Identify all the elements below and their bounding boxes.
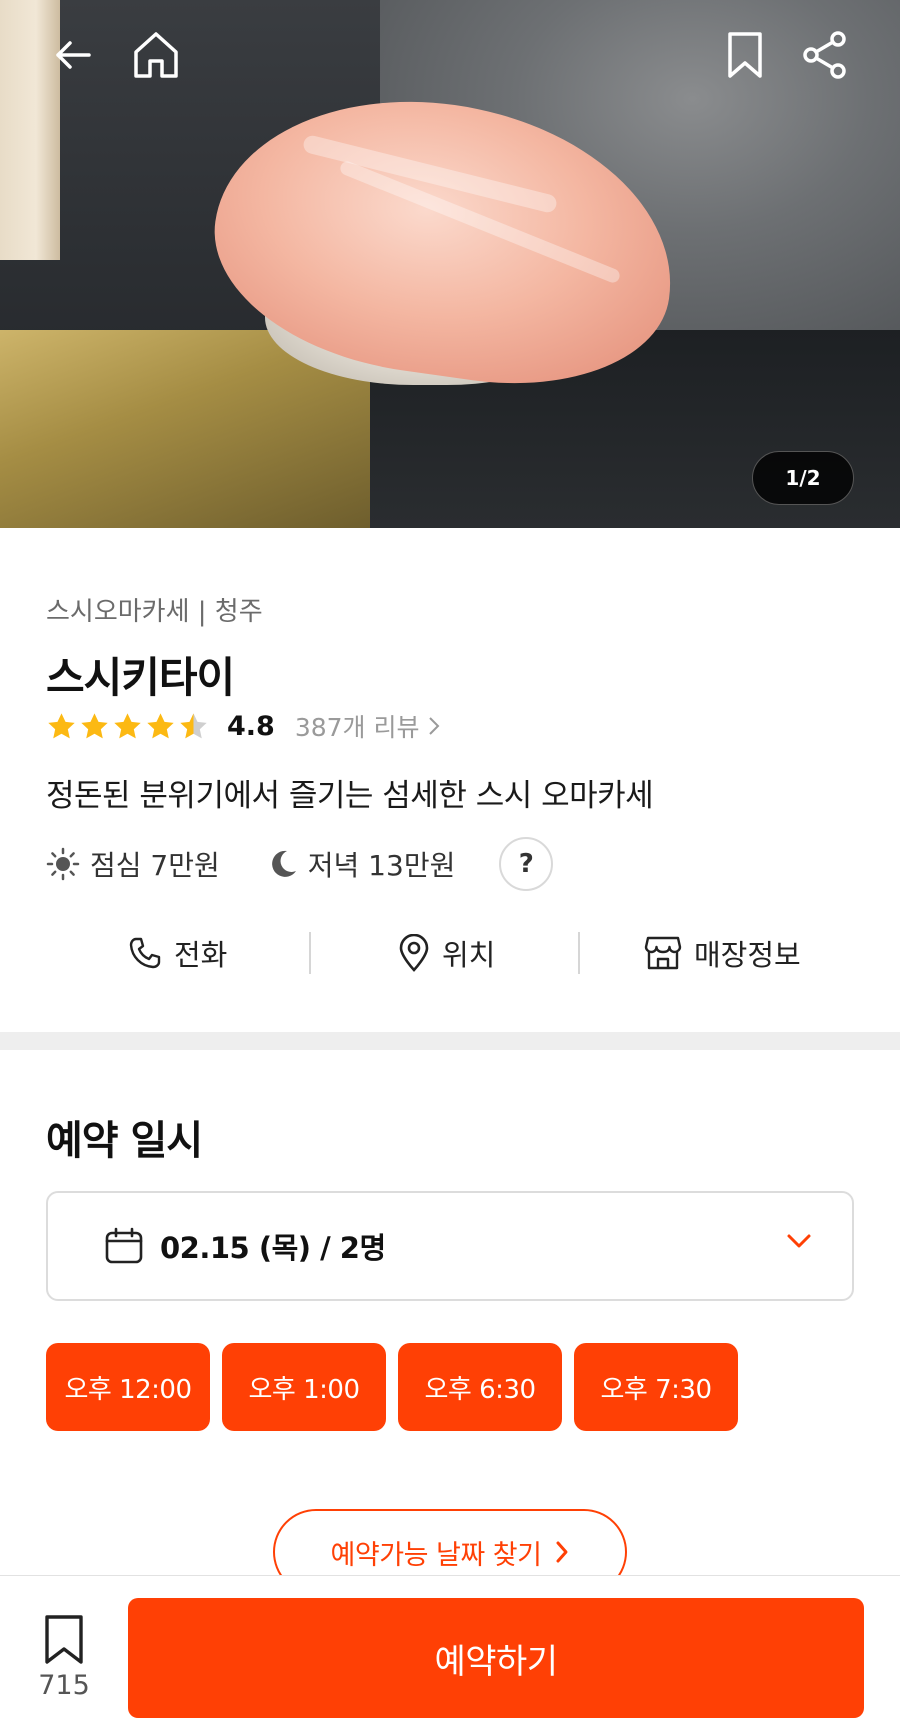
lunch-price: 점심 7만원 bbox=[46, 844, 220, 884]
star-rating bbox=[46, 711, 209, 742]
bookmark-icon bbox=[45, 1615, 83, 1664]
chevron-right-icon bbox=[428, 717, 439, 735]
chevron-down-icon bbox=[787, 1234, 811, 1248]
store-info-button[interactable]: 매장정보 bbox=[644, 925, 801, 981]
home-button[interactable] bbox=[126, 25, 186, 85]
rating-row: 4.8 387개 리뷰 bbox=[46, 706, 440, 746]
store-icon bbox=[644, 936, 682, 970]
action-row: 전화 위치 매장정보 bbox=[0, 925, 900, 981]
date-party-selector[interactable]: 02.15 (목) / 2명 bbox=[46, 1191, 854, 1301]
section-divider bbox=[0, 1032, 900, 1050]
location-label: 위치 bbox=[442, 938, 496, 972]
time-slot-button[interactable]: 오후 7:30 bbox=[574, 1343, 738, 1431]
bookmark-count: 715 bbox=[38, 1670, 90, 1701]
bookmark-count-button[interactable]: 715 bbox=[34, 1614, 94, 1701]
dinner-price-label: 저녁 13만원 bbox=[307, 849, 456, 882]
share-button[interactable] bbox=[795, 25, 855, 85]
restaurant-name: 스시키타이 bbox=[46, 653, 235, 702]
reservation-title: 예약 일시 bbox=[46, 1118, 203, 1164]
price-help-button[interactable]: ? bbox=[499, 837, 554, 891]
bookmark-button[interactable] bbox=[715, 25, 775, 85]
price-row: 점심 7만원 저녁 13만원 ? bbox=[46, 836, 554, 892]
restaurant-category: 스시오마카세 | 청주 bbox=[46, 597, 263, 627]
time-slot-button[interactable]: 오후 1:00 bbox=[222, 1343, 386, 1431]
store-info-label: 매장정보 bbox=[694, 938, 801, 972]
half-star-icon bbox=[180, 712, 207, 738]
chevron-right-icon bbox=[556, 1541, 568, 1563]
time-slot-button[interactable]: 오후 12:00 bbox=[46, 1343, 210, 1431]
location-button[interactable]: 위치 bbox=[398, 925, 495, 981]
star-icon bbox=[48, 712, 75, 738]
phone-icon bbox=[129, 937, 161, 969]
reviews-label: 387개 리뷰 bbox=[294, 713, 420, 742]
find-available-dates-label: 예약가능 날짜 찾기 bbox=[330, 1539, 542, 1571]
divider bbox=[578, 932, 580, 974]
call-label: 전화 bbox=[174, 938, 228, 972]
hero-image[interactable]: 1/2 bbox=[0, 0, 900, 528]
restaurant-description: 정돈된 분위기에서 즐기는 섬세한 스시 오마카세 bbox=[46, 778, 654, 814]
time-slot-button[interactable]: 오후 6:30 bbox=[398, 1343, 562, 1431]
share-icon bbox=[803, 31, 846, 79]
reviews-link[interactable]: 387개 리뷰 bbox=[295, 708, 440, 744]
dinner-price: 저녁 13만원 bbox=[268, 844, 456, 884]
rating-value: 4.8 bbox=[227, 710, 275, 742]
star-icon bbox=[81, 712, 108, 738]
calendar-icon bbox=[105, 1227, 143, 1264]
image-page-counter: 1/2 bbox=[752, 451, 854, 505]
call-button[interactable]: 전화 bbox=[128, 925, 227, 981]
back-button[interactable] bbox=[43, 25, 103, 85]
bookmark-icon bbox=[728, 32, 762, 78]
lunch-price-label: 점심 7만원 bbox=[90, 849, 220, 882]
bottom-bar: 715 예약하기 bbox=[0, 1575, 900, 1721]
reserve-button[interactable]: 예약하기 bbox=[128, 1598, 864, 1718]
moon-icon bbox=[271, 850, 296, 877]
home-icon bbox=[134, 32, 178, 78]
arrow-left-icon bbox=[56, 41, 91, 69]
time-slots: 오후 12:00 오후 1:00 오후 6:30 오후 7:30 bbox=[46, 1343, 738, 1431]
divider bbox=[309, 932, 311, 974]
selected-date-party: 02.15 (목) / 2명 bbox=[160, 1231, 386, 1265]
location-pin-icon bbox=[399, 934, 429, 972]
star-icon bbox=[114, 712, 141, 738]
sun-icon bbox=[46, 847, 80, 881]
star-icon bbox=[147, 712, 174, 738]
